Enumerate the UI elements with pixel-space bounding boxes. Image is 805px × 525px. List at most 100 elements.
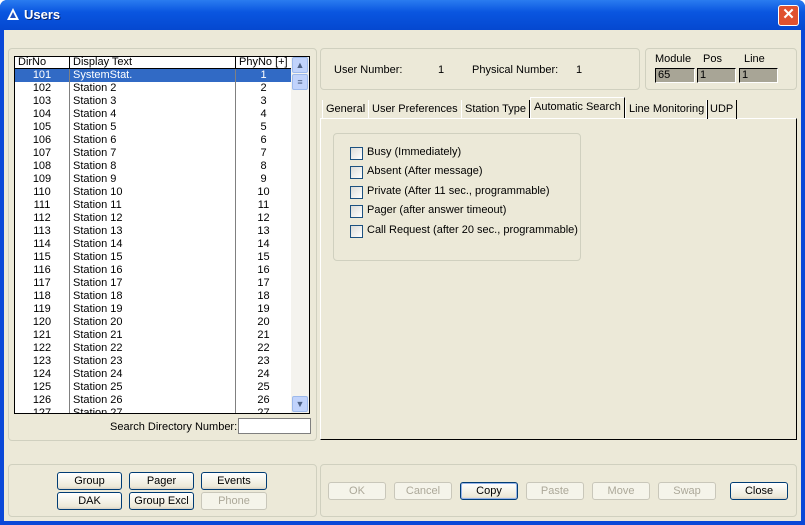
tab-user-preferences[interactable]: User Preferences bbox=[368, 100, 462, 119]
table-row[interactable]: 101 SystemStat. 1 bbox=[15, 69, 292, 82]
dirno-cell: 103 bbox=[32, 95, 52, 107]
phyno-cell: 23 bbox=[257, 355, 270, 367]
table-row[interactable]: 123 Station 23 23 bbox=[15, 355, 292, 368]
feature-buttons-group: Group Pager Events DAK Group Excl Phone bbox=[8, 464, 317, 517]
phyno-cell: 25 bbox=[257, 381, 270, 393]
physical-number-label: Physical Number: bbox=[472, 64, 559, 76]
table-row[interactable]: 113 Station 13 13 bbox=[15, 225, 292, 238]
automatic-search-panel: Busy (Immediately) Absent (After message)… bbox=[320, 118, 797, 440]
checkbox-icon[interactable] bbox=[350, 166, 363, 179]
dirno-cell: 109 bbox=[32, 173, 52, 185]
table-row[interactable]: 119 Station 19 19 bbox=[15, 303, 292, 316]
table-row[interactable]: 118 Station 18 18 bbox=[15, 290, 292, 303]
column-header-phyno[interactable]: PhyNo [+] bbox=[236, 57, 293, 69]
phyno-cell: 16 bbox=[257, 264, 270, 276]
table-row[interactable]: 125 Station 25 25 bbox=[15, 381, 292, 394]
display-text-cell: Station 15 bbox=[73, 251, 123, 263]
automatic-search-options-group: Busy (Immediately) Absent (After message)… bbox=[333, 133, 581, 261]
table-row[interactable]: 103 Station 3 3 bbox=[15, 95, 292, 108]
dirno-cell: 127 bbox=[32, 407, 52, 414]
display-text-cell: Station 8 bbox=[73, 160, 117, 172]
phyno-cell: 26 bbox=[257, 394, 270, 406]
checkbox-icon[interactable] bbox=[350, 147, 363, 160]
table-row[interactable]: 127 Station 27 27 bbox=[15, 407, 292, 414]
list-scrollbar[interactable]: ▲ ≡ ▼ bbox=[291, 57, 309, 413]
dirno-cell: 112 bbox=[33, 212, 51, 224]
dirno-cell: 123 bbox=[32, 355, 52, 367]
dirno-cell: 102 bbox=[32, 82, 52, 94]
column-header-display-text[interactable]: Display Text bbox=[70, 57, 236, 69]
display-text-cell: Station 18 bbox=[73, 290, 123, 302]
dirno-cell: 114 bbox=[33, 238, 51, 250]
display-text-cell: Station 27 bbox=[73, 407, 123, 414]
phyno-cell: 27 bbox=[257, 407, 270, 414]
display-text-cell: Station 6 bbox=[73, 134, 117, 146]
cancel-button[interactable]: Cancel bbox=[394, 482, 452, 500]
phyno-cell: 11 bbox=[257, 199, 270, 211]
table-row[interactable]: 102 Station 2 2 bbox=[15, 82, 292, 95]
title-bar[interactable]: Users ✕ bbox=[0, 0, 805, 30]
display-text-cell: Station 19 bbox=[73, 303, 123, 315]
table-row[interactable]: 106 Station 6 6 bbox=[15, 134, 292, 147]
move-button[interactable]: Move bbox=[592, 482, 650, 500]
scroll-thumb[interactable]: ≡ bbox=[292, 74, 308, 90]
phyno-cell: 18 bbox=[257, 290, 270, 302]
paste-button[interactable]: Paste bbox=[526, 482, 584, 500]
table-row[interactable]: 107 Station 7 7 bbox=[15, 147, 292, 160]
tab-automatic-search[interactable]: Automatic Search bbox=[530, 97, 625, 118]
pos-label: Pos bbox=[703, 53, 722, 65]
table-row[interactable]: 111 Station 11 11 bbox=[15, 199, 292, 212]
table-row[interactable]: 110 Station 10 10 bbox=[15, 186, 292, 199]
tab-line-monitoring[interactable]: Line Monitoring bbox=[625, 100, 709, 119]
checkbox-icon[interactable] bbox=[350, 205, 363, 218]
phone-button[interactable]: Phone bbox=[201, 492, 267, 510]
option-label: Busy (Immediately) bbox=[367, 146, 462, 158]
group-button[interactable]: Group bbox=[57, 472, 122, 490]
scroll-up-button[interactable]: ▲ bbox=[292, 57, 308, 73]
table-row[interactable]: 109 Station 9 9 bbox=[15, 173, 292, 186]
ok-button[interactable]: OK bbox=[328, 482, 386, 500]
copy-button[interactable]: Copy bbox=[460, 482, 518, 500]
tab-udp[interactable]: UDP bbox=[706, 100, 738, 119]
pager-button[interactable]: Pager bbox=[129, 472, 194, 490]
table-row[interactable]: 116 Station 16 16 bbox=[15, 264, 292, 277]
table-row[interactable]: 105 Station 5 5 bbox=[15, 121, 292, 134]
table-row[interactable]: 114 Station 14 14 bbox=[15, 238, 292, 251]
dak-button[interactable]: DAK bbox=[57, 492, 122, 510]
group-excl-button[interactable]: Group Excl bbox=[129, 492, 194, 510]
action-buttons-group: OK Cancel Copy Paste Move Swap Close bbox=[320, 464, 797, 517]
display-text-cell: Station 7 bbox=[73, 147, 117, 159]
table-row[interactable]: 120 Station 20 20 bbox=[15, 316, 292, 329]
table-row[interactable]: 121 Station 21 21 bbox=[15, 329, 292, 342]
table-row[interactable]: 104 Station 4 4 bbox=[15, 108, 292, 121]
dirno-cell: 119 bbox=[33, 303, 51, 315]
scroll-down-button[interactable]: ▼ bbox=[292, 396, 308, 412]
swap-button[interactable]: Swap bbox=[658, 482, 716, 500]
dirno-cell: 101 bbox=[32, 69, 52, 81]
app-logo-icon bbox=[7, 8, 19, 20]
table-row[interactable]: 124 Station 24 24 bbox=[15, 368, 292, 381]
line-label: Line bbox=[744, 53, 765, 65]
close-window-button[interactable]: ✕ bbox=[778, 5, 799, 26]
table-row[interactable]: 115 Station 15 15 bbox=[15, 251, 292, 264]
search-directory-number-input[interactable] bbox=[238, 418, 311, 434]
checkbox-icon[interactable] bbox=[350, 225, 363, 238]
events-button[interactable]: Events bbox=[201, 472, 267, 490]
checkbox-icon[interactable] bbox=[350, 186, 363, 199]
table-row[interactable]: 122 Station 22 22 bbox=[15, 342, 292, 355]
user-list-group: DirNo Display Text PhyNo [+] 101 SystemSt… bbox=[8, 48, 317, 441]
phyno-cell: 8 bbox=[260, 160, 267, 172]
table-row[interactable]: 108 Station 8 8 bbox=[15, 160, 292, 173]
table-row[interactable]: 126 Station 26 26 bbox=[15, 394, 292, 407]
tab-station-type[interactable]: Station Type bbox=[461, 100, 530, 119]
display-text-cell: Station 2 bbox=[73, 82, 117, 94]
user-list[interactable]: DirNo Display Text PhyNo [+] 101 SystemSt… bbox=[14, 56, 310, 414]
table-row[interactable]: 112 Station 12 12 bbox=[15, 212, 292, 225]
close-button[interactable]: Close bbox=[730, 482, 788, 500]
table-row[interactable]: 117 Station 17 17 bbox=[15, 277, 292, 290]
dirno-cell: 126 bbox=[32, 394, 52, 406]
column-header-dirno[interactable]: DirNo bbox=[15, 57, 70, 69]
tab-general[interactable]: General bbox=[322, 100, 370, 119]
display-text-cell: Station 14 bbox=[73, 238, 123, 250]
phyno-cell: 20 bbox=[257, 316, 270, 328]
